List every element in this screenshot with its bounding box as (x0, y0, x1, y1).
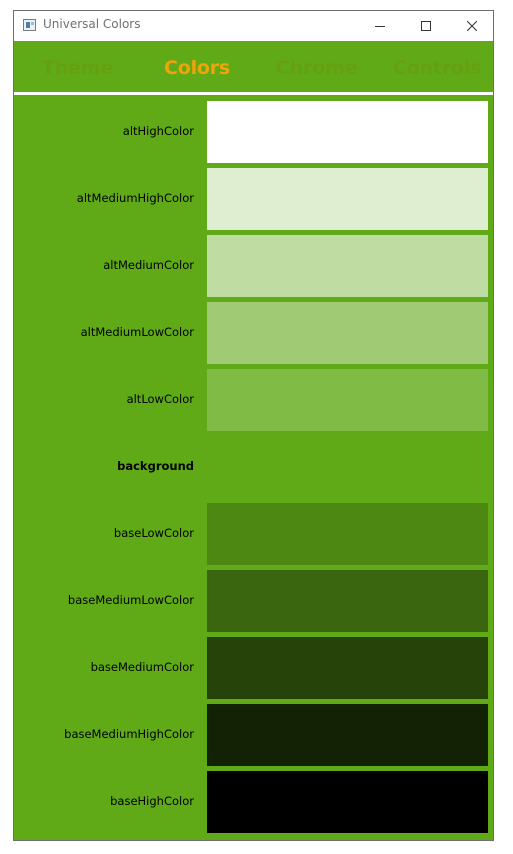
color-row-alt-medium-low: altMediumLowColor (14, 302, 493, 364)
color-swatch (207, 235, 488, 297)
color-label: baseHighColor (110, 794, 194, 808)
tab-controls[interactable]: Controls (393, 57, 481, 79)
color-swatch (207, 302, 488, 364)
color-row-base-medium-low: baseMediumLowColor (14, 570, 493, 632)
color-swatch (207, 168, 488, 230)
tab-theme[interactable]: Theme (42, 57, 113, 79)
color-swatch (207, 369, 488, 431)
app-icon (23, 19, 36, 31)
tab-colors[interactable]: Colors (164, 57, 230, 79)
maximize-icon (421, 21, 431, 31)
window-title: Universal Colors (43, 17, 141, 31)
color-row-alt-medium: altMediumColor (14, 235, 493, 297)
color-label: altMediumLowColor (80, 325, 194, 339)
color-swatch (207, 704, 488, 766)
color-label: altMediumHighColor (76, 191, 194, 205)
color-swatch (207, 436, 488, 498)
color-label: altMediumColor (103, 258, 194, 272)
color-row-alt-low: altLowColor (14, 369, 493, 431)
color-row-background: background (14, 436, 493, 498)
color-swatch (207, 101, 488, 163)
color-swatch (207, 503, 488, 565)
color-label: baseLowColor (113, 526, 194, 540)
color-row-base-low: baseLowColor (14, 503, 493, 565)
color-label: baseMediumHighColor (64, 727, 194, 741)
tab-chrome[interactable]: Chrome (276, 57, 358, 79)
color-swatch (207, 570, 488, 632)
color-label: baseMediumColor (90, 660, 194, 674)
close-icon (467, 21, 477, 31)
minimize-button[interactable] (357, 11, 403, 41)
color-row-base-medium-high: baseMediumHighColor (14, 704, 493, 766)
color-row-alt-high: altHighColor (14, 101, 493, 163)
color-swatch (207, 771, 488, 833)
close-button[interactable] (449, 11, 495, 41)
color-swatch (207, 637, 488, 699)
maximize-button[interactable] (403, 11, 449, 41)
color-label: background (117, 459, 194, 473)
minimize-icon (375, 26, 385, 27)
color-label: altLowColor (126, 392, 194, 406)
tab-bar: Theme Colors Chrome Controls (14, 41, 493, 95)
color-label: baseMediumLowColor (67, 593, 194, 607)
color-row-base-medium: baseMediumColor (14, 637, 493, 699)
color-row-alt-medium-high: altMediumHighColor (14, 168, 493, 230)
color-label: altHighColor (122, 124, 194, 138)
color-row-base-high: baseHighColor (14, 771, 493, 833)
title-bar[interactable]: Universal Colors (14, 11, 493, 41)
tab-underline (14, 92, 493, 95)
app-window: Universal Colors Theme Colors Chrome Con… (13, 10, 494, 841)
